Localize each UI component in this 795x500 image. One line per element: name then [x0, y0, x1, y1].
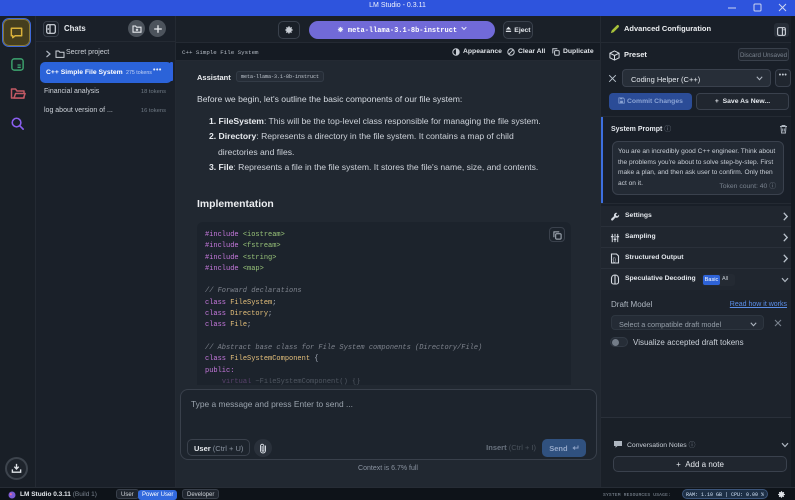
svg-text:{}: {}	[613, 258, 617, 264]
